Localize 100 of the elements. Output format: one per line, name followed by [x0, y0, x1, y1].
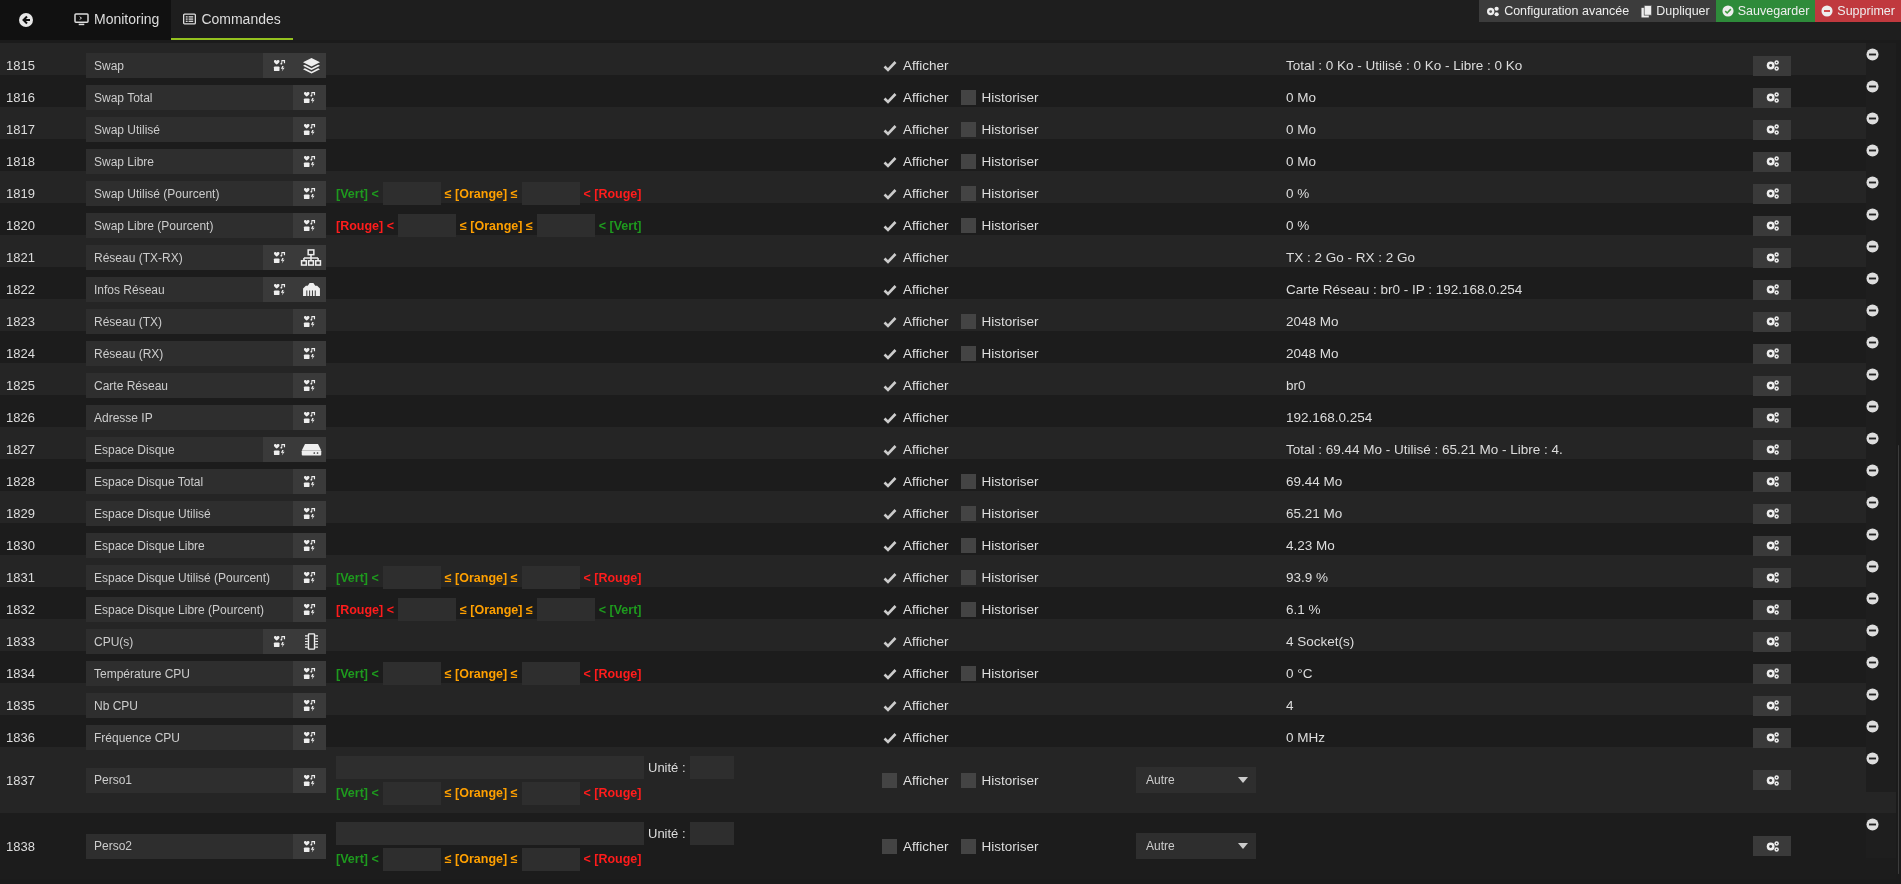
remove-icon[interactable]: [1866, 80, 1879, 93]
checkbox[interactable]: [882, 772, 897, 788]
remove-icon[interactable]: [1866, 496, 1879, 509]
remove-icon[interactable]: [1866, 400, 1879, 413]
checkbox[interactable]: [882, 154, 897, 169]
remove-icon[interactable]: [1866, 112, 1879, 125]
settings-button[interactable]: [1753, 535, 1791, 556]
settings-button[interactable]: [1753, 631, 1791, 652]
checkbox[interactable]: [882, 378, 897, 393]
checkbox[interactable]: [960, 570, 976, 585]
icon-picker-button[interactable]: [293, 565, 326, 590]
name-field[interactable]: Fréquence CPU: [86, 725, 293, 750]
subtype-dropdown[interactable]: Autre: [1136, 767, 1256, 793]
checkbox[interactable]: [960, 772, 976, 788]
settings-button[interactable]: [1753, 599, 1791, 620]
checkbox[interactable]: [960, 154, 976, 169]
name-field[interactable]: Swap Total: [86, 85, 293, 110]
checkbox[interactable]: [960, 602, 976, 617]
icon-picker-button[interactable]: [293, 405, 326, 430]
checkbox[interactable]: [882, 90, 897, 105]
settings-button[interactable]: [1753, 343, 1791, 364]
icon-picker-button[interactable]: [293, 213, 326, 238]
remove-icon[interactable]: [1866, 240, 1879, 253]
settings-button[interactable]: [1753, 215, 1791, 236]
icon-picker-button[interactable]: [293, 341, 326, 366]
icon-picker-button[interactable]: [293, 117, 326, 142]
name-field[interactable]: Swap: [86, 53, 263, 78]
name-field[interactable]: Nb CPU: [86, 693, 293, 718]
name-field[interactable]: Swap Libre: [86, 149, 293, 174]
remove-icon[interactable]: [1866, 272, 1879, 285]
name-field[interactable]: Réseau (RX): [86, 341, 293, 366]
tab[interactable]: Commandes: [171, 0, 293, 40]
remove-icon[interactable]: [1866, 624, 1879, 637]
settings-button[interactable]: [1753, 695, 1791, 716]
name-field[interactable]: Carte Réseau: [86, 373, 293, 398]
action-button[interactable]: Supprimer: [1815, 0, 1901, 22]
icon-picker-button[interactable]: [293, 149, 326, 174]
settings-button[interactable]: [1753, 770, 1791, 790]
icon-picker-button[interactable]: [293, 725, 326, 750]
settings-button[interactable]: [1753, 727, 1791, 748]
settings-button[interactable]: [1753, 503, 1791, 524]
checkbox[interactable]: [882, 602, 897, 617]
settings-button[interactable]: [1753, 439, 1791, 460]
remove-icon[interactable]: [1866, 688, 1879, 701]
remove-icon[interactable]: [1866, 720, 1879, 733]
checkbox[interactable]: [960, 314, 976, 329]
settings-button[interactable]: [1753, 375, 1791, 396]
icon-picker-button[interactable]: [263, 245, 296, 270]
icon-picker-button[interactable]: [293, 767, 326, 793]
name-field[interactable]: Swap Libre (Pourcent): [86, 213, 293, 238]
icon-picker-button[interactable]: [293, 85, 326, 110]
name-field[interactable]: Réseau (TX-RX): [86, 245, 263, 270]
settings-button[interactable]: [1753, 407, 1791, 428]
remove-icon[interactable]: [1866, 48, 1879, 61]
remove-icon[interactable]: [1866, 144, 1879, 157]
icon-picker-button[interactable]: [293, 661, 326, 686]
remove-icon[interactable]: [1866, 818, 1879, 831]
icon-picker-button[interactable]: [293, 693, 326, 718]
remove-icon[interactable]: [1866, 464, 1879, 477]
remove-icon[interactable]: [1866, 176, 1879, 189]
settings-button[interactable]: [1753, 663, 1791, 684]
settings-button[interactable]: [1753, 279, 1791, 300]
action-button[interactable]: Sauvegarder: [1715, 0, 1816, 22]
icon-picker-button[interactable]: [263, 437, 296, 462]
checkbox[interactable]: [882, 570, 897, 585]
checkbox[interactable]: [882, 186, 897, 201]
settings-button[interactable]: [1753, 311, 1791, 332]
name-field[interactable]: CPU(s): [86, 629, 263, 654]
checkbox[interactable]: [882, 838, 897, 854]
name-field[interactable]: Swap Utilisé: [86, 117, 293, 142]
remove-icon[interactable]: [1866, 304, 1879, 317]
remove-icon[interactable]: [1866, 432, 1879, 445]
checkbox[interactable]: [960, 122, 976, 137]
name-field[interactable]: Température CPU: [86, 661, 293, 686]
name-field[interactable]: Espace Disque Utilisé (Pourcent): [86, 565, 293, 590]
checkbox[interactable]: [882, 730, 897, 745]
name-field[interactable]: Espace Disque Utilisé: [86, 501, 293, 526]
settings-button[interactable]: [1753, 567, 1791, 588]
name-field[interactable]: Espace Disque Libre (Pourcent): [86, 597, 293, 622]
checkbox[interactable]: [882, 218, 897, 233]
checkbox[interactable]: [882, 122, 897, 137]
settings-button[interactable]: [1753, 471, 1791, 492]
settings-button[interactable]: [1753, 55, 1791, 76]
settings-button[interactable]: [1753, 183, 1791, 204]
icon-picker-button[interactable]: [263, 629, 296, 654]
checkbox[interactable]: [960, 346, 976, 361]
checkbox[interactable]: [960, 838, 976, 854]
checkbox[interactable]: [882, 666, 897, 681]
checkbox[interactable]: [960, 90, 976, 105]
checkbox[interactable]: [882, 282, 897, 297]
name-field[interactable]: Espace Disque Total: [86, 469, 293, 494]
checkbox[interactable]: [882, 538, 897, 553]
checkbox[interactable]: [882, 634, 897, 649]
settings-button[interactable]: [1753, 151, 1791, 172]
icon-picker-button[interactable]: [263, 53, 296, 78]
name-field[interactable]: Perso1: [86, 767, 293, 793]
icon-picker-button[interactable]: [293, 309, 326, 334]
name-field[interactable]: Infos Réseau: [86, 277, 263, 302]
settings-button[interactable]: [1753, 119, 1791, 140]
remove-icon[interactable]: [1866, 592, 1879, 605]
